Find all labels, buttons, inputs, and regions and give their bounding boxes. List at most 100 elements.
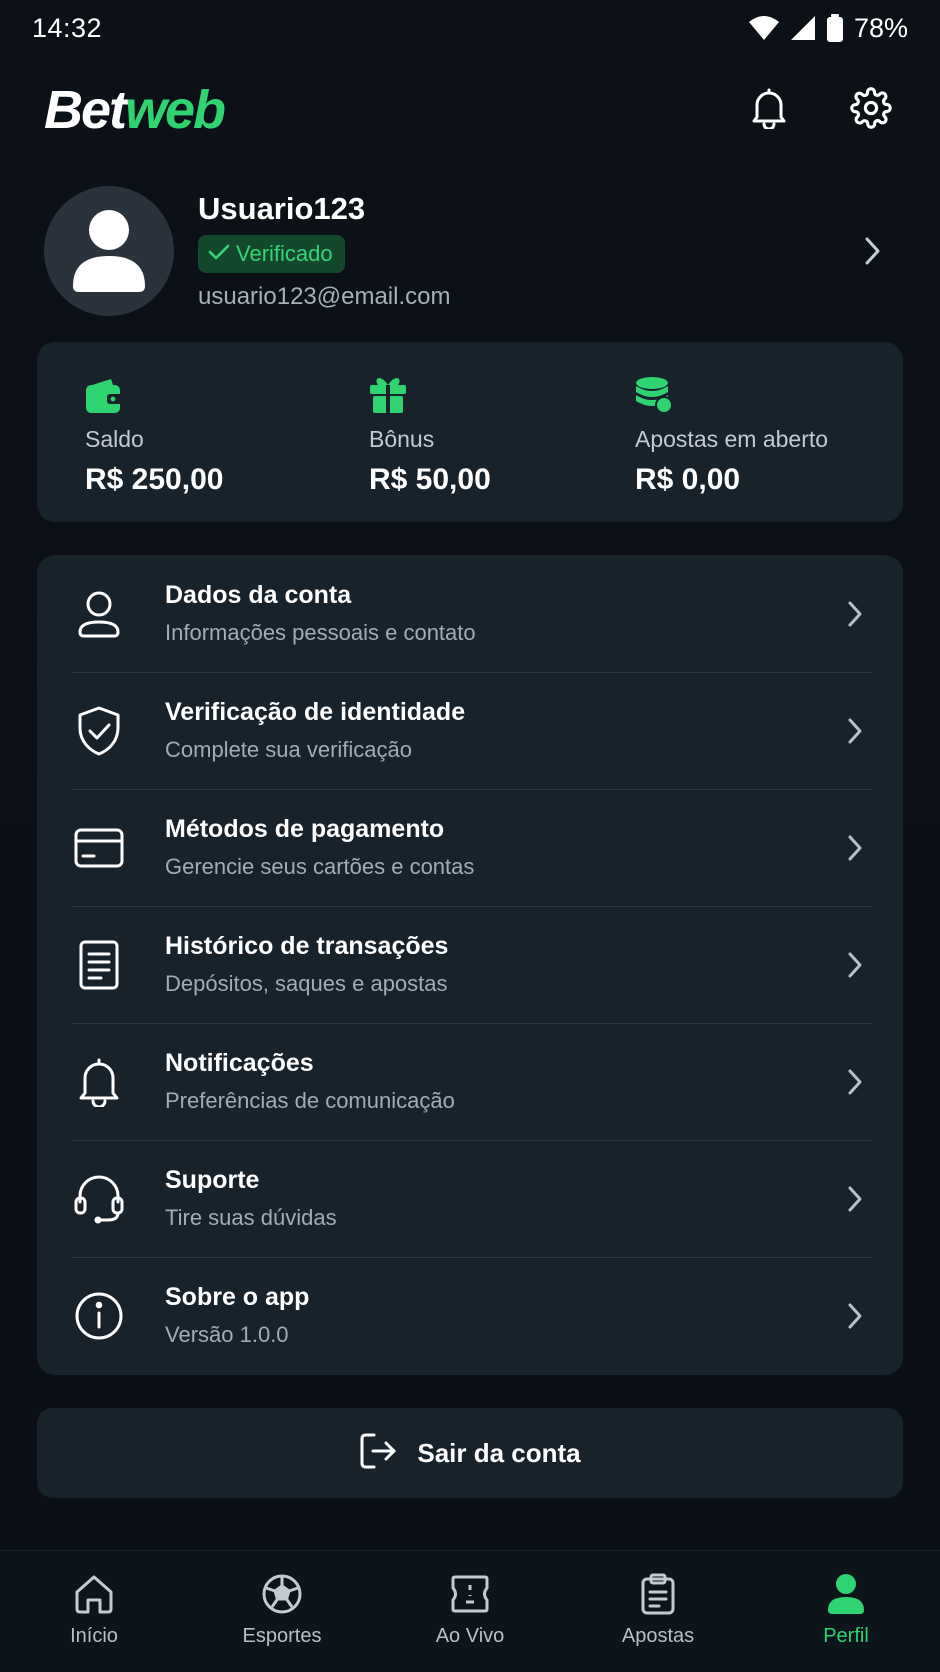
menu-subtitle: Versão 1.0.0 — [165, 1322, 289, 1347]
verified-badge: Verificado — [198, 235, 345, 273]
profile-info: Usuario123 Verificado usuario123@email.c… — [198, 191, 852, 311]
balance-value: R$ 250,00 — [85, 463, 224, 496]
menu-text: Dados da conta Informações pessoais e co… — [165, 581, 837, 646]
menu-title: Verificação de identidade — [165, 698, 466, 726]
balance-label: Saldo — [85, 426, 144, 452]
ticket-icon — [447, 1571, 493, 1617]
document-icon — [71, 937, 127, 993]
menu-item-account-data[interactable]: Dados da conta Informações pessoais e co… — [37, 555, 903, 672]
status-time: 14:32 — [32, 12, 103, 43]
clipboard-icon — [635, 1571, 681, 1617]
balance-label: Bônus — [369, 426, 435, 452]
chevron-right-icon — [837, 1298, 873, 1334]
menu-text: Histórico de transações Depósitos, saque… — [165, 932, 837, 997]
nav-label: Apostas — [621, 1625, 695, 1647]
logo-bet: Bet — [44, 80, 127, 140]
menu-title: Dados da conta — [165, 581, 352, 609]
profile-icon — [823, 1571, 869, 1617]
chevron-right-icon — [837, 1064, 873, 1100]
nav-label: Perfil — [823, 1625, 869, 1647]
nav-item-bets[interactable]: Apostas — [564, 1551, 752, 1672]
soccer-ball-icon — [259, 1571, 305, 1617]
profile-summary[interactable]: Usuario123 Verificado usuario123@email.c… — [44, 186, 896, 316]
menu-text: Suporte Tire suas dúvidas — [165, 1166, 837, 1231]
balance-open-bets: Apostas em aberto R$ 0,00 — [635, 370, 828, 522]
nav-label: Início — [70, 1625, 118, 1647]
avatar — [44, 186, 174, 316]
home-icon — [71, 1571, 117, 1617]
logout-button[interactable]: Sair da conta — [37, 1408, 903, 1498]
logout-label: Sair da conta — [417, 1437, 581, 1468]
menu-subtitle: Preferências de comunicação — [165, 1088, 455, 1113]
nav-label: Esportes — [242, 1625, 322, 1647]
battery-percent: 78% — [853, 12, 908, 43]
chevron-right-icon — [852, 231, 892, 271]
credit-card-icon — [71, 820, 127, 876]
menu-text: Métodos de pagamento Gerencie seus cartõ… — [165, 815, 837, 880]
menu-item-identity-verification[interactable]: Verificação de identidade Complete sua v… — [37, 672, 903, 789]
battery-icon — [826, 14, 844, 42]
wifi-icon — [748, 15, 780, 41]
balance-card: Saldo R$ 250,00 Bônus R$ 50,00 Apostas e… — [37, 342, 903, 522]
menu-title: Métodos de pagamento — [165, 815, 445, 843]
menu-subtitle: Tire suas dúvidas — [165, 1205, 337, 1230]
nav-item-profile[interactable]: Perfil — [752, 1551, 940, 1672]
user-icon — [71, 586, 127, 642]
settings-menu: Dados da conta Informações pessoais e co… — [37, 555, 903, 1375]
menu-subtitle: Gerencie seus cartões e contas — [165, 854, 475, 879]
app-header: Betweb — [44, 72, 896, 148]
chevron-right-icon — [837, 1181, 873, 1217]
nav-item-home[interactable]: Início — [0, 1551, 188, 1672]
header-actions — [744, 85, 896, 135]
menu-item-about-app[interactable]: Sobre o app Versão 1.0.0 — [37, 1257, 903, 1374]
profile-screen: 14:32 78% Betweb Usuario123 Verificado u… — [0, 0, 940, 1672]
balance-value: R$ 0,00 — [635, 463, 741, 496]
nav-item-live[interactable]: Ao Vivo — [376, 1551, 564, 1672]
menu-subtitle: Depósitos, saques e apostas — [165, 971, 448, 996]
menu-title: Notificações — [165, 1049, 314, 1077]
notifications-button[interactable] — [744, 85, 794, 135]
chevron-right-icon — [837, 596, 873, 632]
bell-icon — [71, 1054, 127, 1110]
verified-label: Verificado — [236, 241, 333, 266]
balance-bonus: Bônus R$ 50,00 — [369, 370, 635, 522]
settings-button[interactable] — [846, 85, 896, 135]
status-bar: 14:32 78% — [0, 0, 940, 56]
menu-item-notifications[interactable]: Notificações Preferências de comunicação — [37, 1023, 903, 1140]
coins-icon — [635, 370, 828, 414]
user-silhouette-icon — [71, 206, 147, 297]
menu-text: Notificações Preferências de comunicação — [165, 1049, 837, 1114]
balance-value: R$ 50,00 — [369, 463, 491, 496]
chevron-right-icon — [837, 830, 873, 866]
menu-title: Histórico de transações — [165, 932, 449, 960]
menu-subtitle: Informações pessoais e contato — [165, 620, 476, 645]
menu-item-transaction-history[interactable]: Histórico de transações Depósitos, saque… — [37, 906, 903, 1023]
menu-text: Sobre o app Versão 1.0.0 — [165, 1283, 837, 1348]
nav-item-sports[interactable]: Esportes — [188, 1551, 376, 1672]
chevron-right-icon — [837, 713, 873, 749]
check-icon — [208, 241, 230, 267]
bottom-navigation: Início Esportes Ao Vivo Apostas Perfil — [0, 1550, 940, 1672]
menu-item-payment-methods[interactable]: Métodos de pagamento Gerencie seus cartõ… — [37, 789, 903, 906]
menu-item-support[interactable]: Suporte Tire suas dúvidas — [37, 1140, 903, 1257]
menu-title: Sobre o app — [165, 1283, 310, 1311]
app-logo: Betweb — [44, 80, 226, 140]
user-email: usuario123@email.com — [198, 283, 451, 310]
logo-web: web — [125, 80, 226, 140]
gear-icon — [850, 86, 892, 134]
menu-title: Suporte — [165, 1166, 260, 1194]
headset-icon — [71, 1171, 127, 1227]
nav-label: Ao Vivo — [435, 1625, 505, 1647]
shield-check-icon — [71, 703, 127, 759]
info-icon — [71, 1288, 127, 1344]
wallet-icon — [85, 370, 369, 414]
gift-icon — [369, 370, 635, 414]
chevron-right-icon — [837, 947, 873, 983]
signal-icon — [790, 15, 816, 41]
username: Usuario123 — [198, 191, 366, 226]
status-indicators: 78% — [748, 13, 908, 44]
bell-icon — [749, 87, 789, 134]
menu-text: Verificação de identidade Complete sua v… — [165, 698, 837, 763]
balance-saldo: Saldo R$ 250,00 — [85, 370, 369, 522]
logout-icon — [359, 1432, 397, 1475]
